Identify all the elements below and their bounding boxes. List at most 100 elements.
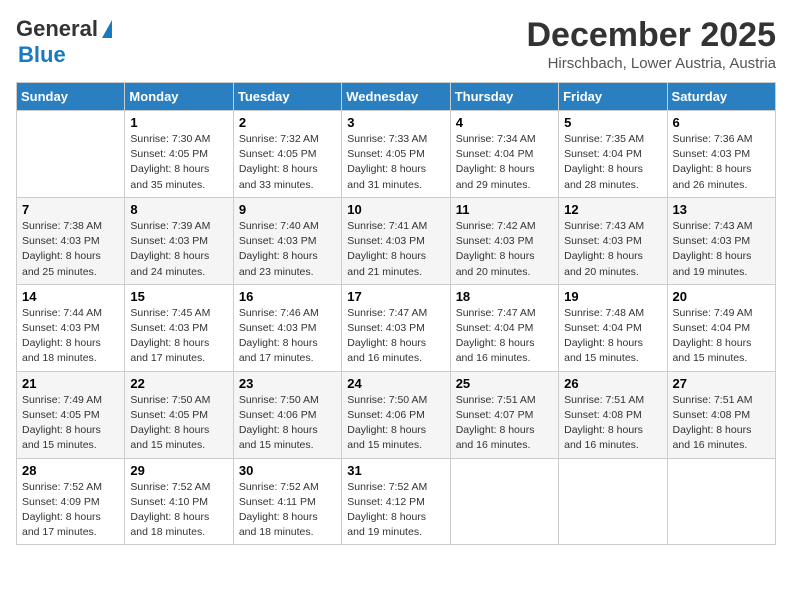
weekday-saturday: Saturday (667, 83, 775, 111)
day-number: 23 (239, 376, 336, 391)
calendar-cell: 15 Sunrise: 7:45 AMSunset: 4:03 PMDayligh… (125, 284, 233, 371)
calendar-cell: 8 Sunrise: 7:39 AMSunset: 4:03 PMDaylight… (125, 197, 233, 284)
day-number: 16 (239, 289, 336, 304)
calendar-cell: 13 Sunrise: 7:43 AMSunset: 4:03 PMDayligh… (667, 197, 775, 284)
calendar-cell: 9 Sunrise: 7:40 AMSunset: 4:03 PMDaylight… (233, 197, 341, 284)
day-number: 6 (673, 115, 770, 130)
calendar-cell: 31Sunrise: 7:52 AMSunset: 4:12 PMDayligh… (342, 458, 450, 545)
week-row-1: 1 Sunrise: 7:30 AMSunset: 4:05 PMDaylight… (17, 111, 776, 198)
day-info: Sunrise: 7:43 AMSunset: 4:03 PMDaylight:… (564, 219, 661, 280)
day-info: Sunrise: 7:42 AMSunset: 4:03 PMDaylight:… (456, 219, 553, 280)
day-info: Sunrise: 7:30 AMSunset: 4:05 PMDaylight:… (130, 132, 227, 193)
calendar-cell: 22 Sunrise: 7:50 AMSunset: 4:05 PMDayligh… (125, 371, 233, 458)
day-info: Sunrise: 7:35 AMSunset: 4:04 PMDaylight:… (564, 132, 661, 193)
day-info: Sunrise: 7:46 AMSunset: 4:03 PMDaylight:… (239, 306, 336, 367)
day-number: 28 (22, 463, 119, 478)
day-number: 24 (347, 376, 444, 391)
week-row-4: 21Sunrise: 7:49 AMSunset: 4:05 PMDayligh… (17, 371, 776, 458)
day-number: 15 (130, 289, 227, 304)
day-number: 31 (347, 463, 444, 478)
day-number: 17 (347, 289, 444, 304)
day-info: Sunrise: 7:40 AMSunset: 4:03 PMDaylight:… (239, 219, 336, 280)
calendar-cell: 6 Sunrise: 7:36 AMSunset: 4:03 PMDaylight… (667, 111, 775, 198)
calendar-cell: 27 Sunrise: 7:51 AMSunset: 4:08 PMDayligh… (667, 371, 775, 458)
day-info: Sunrise: 7:44 AMSunset: 4:03 PMDaylight:… (22, 306, 119, 367)
day-number: 21 (22, 376, 119, 391)
logo-blue: Blue (18, 42, 66, 68)
location: Hirschbach, Lower Austria, Austria (526, 55, 776, 72)
calendar-cell: 30Sunrise: 7:52 AMSunset: 4:11 PMDayligh… (233, 458, 341, 545)
weekday-header-row: SundayMondayTuesdayWednesdayThursdayFrid… (17, 83, 776, 111)
day-info: Sunrise: 7:48 AMSunset: 4:04 PMDaylight:… (564, 306, 661, 367)
weekday-thursday: Thursday (450, 83, 558, 111)
calendar-table: SundayMondayTuesdayWednesdayThursdayFrid… (16, 82, 776, 545)
calendar-cell: 14 Sunrise: 7:44 AMSunset: 4:03 PMDayligh… (17, 284, 125, 371)
calendar-body: 1 Sunrise: 7:30 AMSunset: 4:05 PMDaylight… (17, 111, 776, 545)
day-number: 11 (456, 202, 553, 217)
calendar-cell: 3Sunrise: 7:33 AMSunset: 4:05 PMDaylight… (342, 111, 450, 198)
day-info: Sunrise: 7:52 AMSunset: 4:09 PMDaylight:… (22, 480, 119, 541)
day-number: 22 (130, 376, 227, 391)
calendar-cell: 19 Sunrise: 7:48 AMSunset: 4:04 PMDayligh… (559, 284, 667, 371)
weekday-friday: Friday (559, 83, 667, 111)
calendar-cell: 16 Sunrise: 7:46 AMSunset: 4:03 PMDayligh… (233, 284, 341, 371)
day-info: Sunrise: 7:51 AMSunset: 4:07 PMDaylight:… (456, 393, 553, 454)
calendar-cell: 20 Sunrise: 7:49 AMSunset: 4:04 PMDayligh… (667, 284, 775, 371)
day-number: 3 (347, 115, 444, 130)
logo: General Blue (16, 16, 112, 68)
calendar-cell (450, 458, 558, 545)
day-info: Sunrise: 7:49 AMSunset: 4:04 PMDaylight:… (673, 306, 770, 367)
calendar-cell: 2 Sunrise: 7:32 AMSunset: 4:05 PMDaylight… (233, 111, 341, 198)
day-number: 18 (456, 289, 553, 304)
day-info: Sunrise: 7:50 AMSunset: 4:06 PMDaylight:… (347, 393, 444, 454)
day-number: 8 (130, 202, 227, 217)
day-number: 27 (673, 376, 770, 391)
day-info: Sunrise: 7:50 AMSunset: 4:05 PMDaylight:… (130, 393, 227, 454)
calendar-cell: 10Sunrise: 7:41 AMSunset: 4:03 PMDayligh… (342, 197, 450, 284)
day-info: Sunrise: 7:32 AMSunset: 4:05 PMDaylight:… (239, 132, 336, 193)
calendar-cell: 18 Sunrise: 7:47 AMSunset: 4:04 PMDayligh… (450, 284, 558, 371)
day-number: 10 (347, 202, 444, 217)
day-number: 1 (130, 115, 227, 130)
week-row-2: 7 Sunrise: 7:38 AMSunset: 4:03 PMDaylight… (17, 197, 776, 284)
day-number: 2 (239, 115, 336, 130)
day-number: 9 (239, 202, 336, 217)
day-info: Sunrise: 7:39 AMSunset: 4:03 PMDaylight:… (130, 219, 227, 280)
title-block: December 2025 Hirschbach, Lower Austria,… (526, 16, 776, 72)
day-number: 7 (22, 202, 119, 217)
logo-triangle-icon (102, 20, 112, 38)
logo-general: General (16, 16, 98, 42)
calendar-cell: 1 Sunrise: 7:30 AMSunset: 4:05 PMDaylight… (125, 111, 233, 198)
day-info: Sunrise: 7:47 AMSunset: 4:04 PMDaylight:… (456, 306, 553, 367)
day-info: Sunrise: 7:45 AMSunset: 4:03 PMDaylight:… (130, 306, 227, 367)
calendar-cell: 25 Sunrise: 7:51 AMSunset: 4:07 PMDayligh… (450, 371, 558, 458)
week-row-3: 14 Sunrise: 7:44 AMSunset: 4:03 PMDayligh… (17, 284, 776, 371)
calendar-cell: 29Sunrise: 7:52 AMSunset: 4:10 PMDayligh… (125, 458, 233, 545)
weekday-sunday: Sunday (17, 83, 125, 111)
calendar-cell: 23Sunrise: 7:50 AMSunset: 4:06 PMDayligh… (233, 371, 341, 458)
calendar-cell (17, 111, 125, 198)
day-number: 13 (673, 202, 770, 217)
calendar-cell: 28 Sunrise: 7:52 AMSunset: 4:09 PMDayligh… (17, 458, 125, 545)
month-title: December 2025 (526, 16, 776, 55)
day-info: Sunrise: 7:51 AMSunset: 4:08 PMDaylight:… (673, 393, 770, 454)
day-number: 20 (673, 289, 770, 304)
day-info: Sunrise: 7:38 AMSunset: 4:03 PMDaylight:… (22, 219, 119, 280)
day-info: Sunrise: 7:34 AMSunset: 4:04 PMDaylight:… (456, 132, 553, 193)
day-number: 5 (564, 115, 661, 130)
calendar-cell: 11 Sunrise: 7:42 AMSunset: 4:03 PMDayligh… (450, 197, 558, 284)
day-info: Sunrise: 7:36 AMSunset: 4:03 PMDaylight:… (673, 132, 770, 193)
day-number: 14 (22, 289, 119, 304)
day-info: Sunrise: 7:52 AMSunset: 4:10 PMDaylight:… (130, 480, 227, 541)
calendar-cell: 17Sunrise: 7:47 AMSunset: 4:03 PMDayligh… (342, 284, 450, 371)
calendar-cell: 5 Sunrise: 7:35 AMSunset: 4:04 PMDaylight… (559, 111, 667, 198)
week-row-5: 28 Sunrise: 7:52 AMSunset: 4:09 PMDayligh… (17, 458, 776, 545)
day-number: 4 (456, 115, 553, 130)
day-info: Sunrise: 7:43 AMSunset: 4:03 PMDaylight:… (673, 219, 770, 280)
weekday-wednesday: Wednesday (342, 83, 450, 111)
day-number: 19 (564, 289, 661, 304)
calendar-cell: 26Sunrise: 7:51 AMSunset: 4:08 PMDayligh… (559, 371, 667, 458)
calendar-cell: 7 Sunrise: 7:38 AMSunset: 4:03 PMDaylight… (17, 197, 125, 284)
day-number: 25 (456, 376, 553, 391)
calendar-header: SundayMondayTuesdayWednesdayThursdayFrid… (17, 83, 776, 111)
